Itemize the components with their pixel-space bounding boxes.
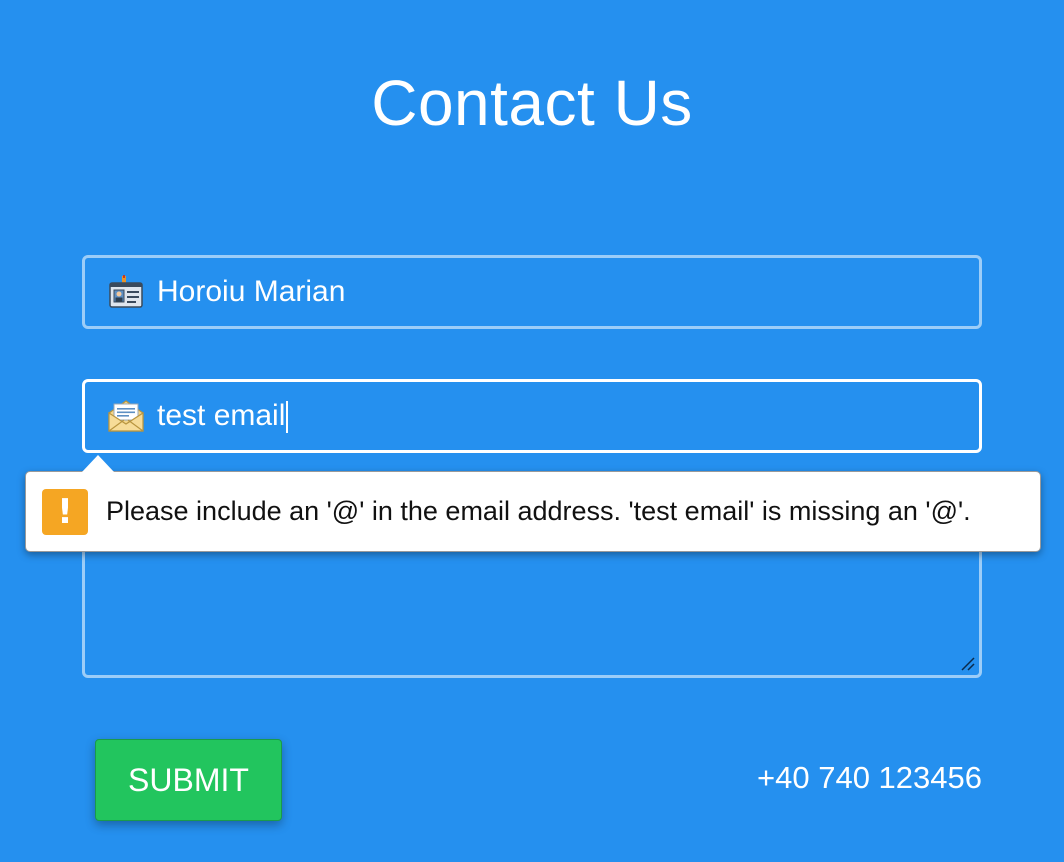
phone-number: +40 740 123456 [757, 760, 982, 795]
submit-button[interactable]: SUBMIT [95, 739, 282, 821]
validation-tooltip: ! Please include an '@' in the email add… [25, 471, 1041, 552]
email-input-text: test email [157, 398, 286, 432]
validation-message: Please include an '@' in the email addre… [106, 496, 971, 526]
envelope-icon [107, 398, 145, 434]
email-input[interactable]: test email [157, 398, 289, 434]
name-input[interactable]: Horoiu Marian [157, 275, 345, 309]
email-field[interactable]: test email [82, 379, 982, 453]
name-field[interactable]: Horoiu Marian [82, 255, 982, 329]
id-card-icon [107, 274, 145, 310]
tooltip-arrow [82, 455, 114, 472]
resize-handle-icon[interactable] [959, 655, 975, 671]
page-title: Contact Us [371, 67, 693, 139]
text-caret [286, 401, 289, 434]
warning-icon: ! [42, 488, 88, 535]
contact-page: Contact Us Horoiu Marian test email ! Pl… [0, 0, 1064, 862]
